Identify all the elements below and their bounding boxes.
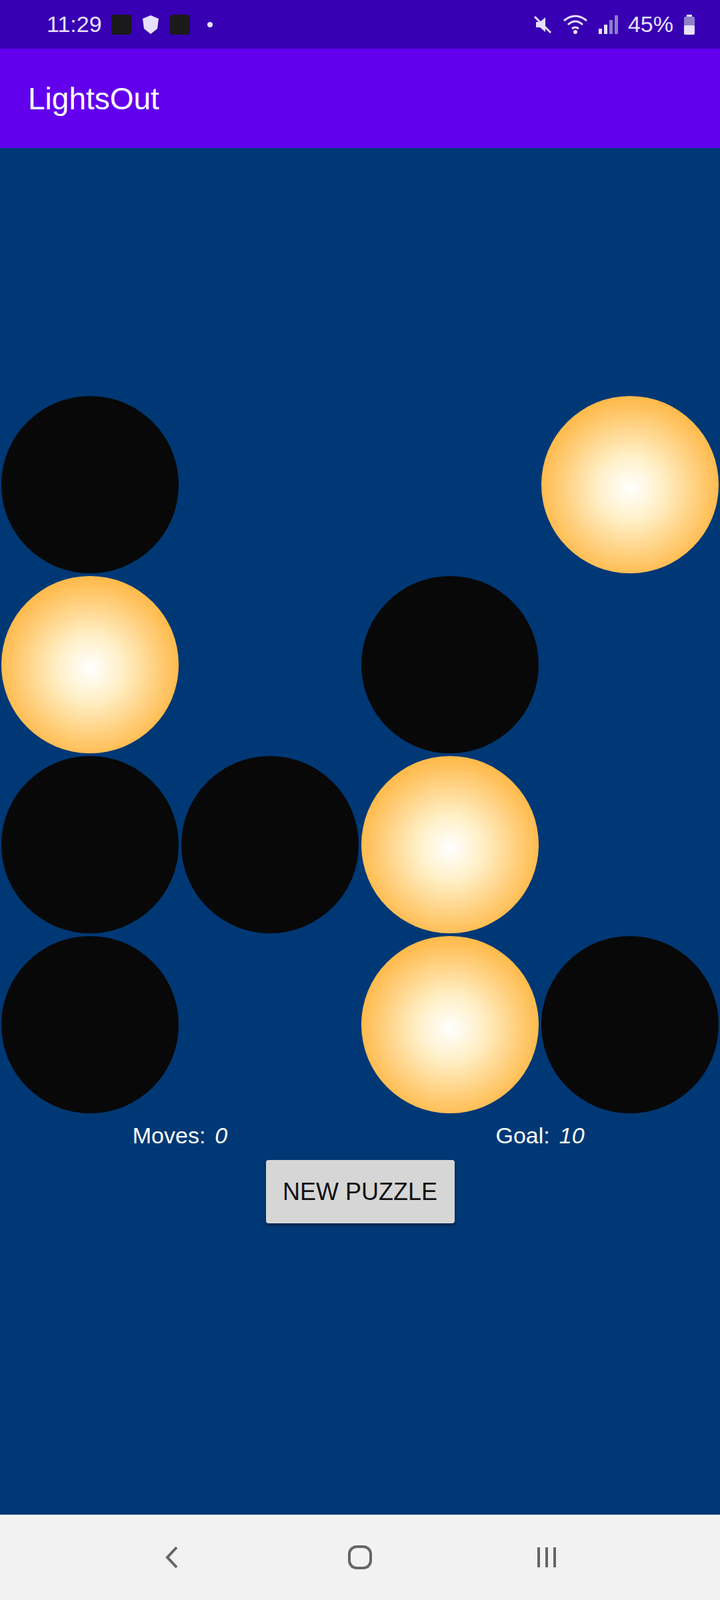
board-cell: [180, 574, 360, 755]
mute-icon: [532, 14, 554, 36]
board: [0, 394, 720, 1115]
goal-counter: Goal:10: [360, 1120, 720, 1151]
notification-icon: [111, 14, 132, 35]
moves-counter: Moves:0: [0, 1120, 360, 1151]
light[interactable]: [1, 576, 179, 754]
screen: 11:29 45% LightsOut Moves:0Goal:10 NEW PUZZL…: [0, 0, 720, 1600]
board-cell: [540, 754, 720, 935]
more-dot-icon: [207, 22, 213, 28]
notification-icon: [170, 14, 190, 35]
light[interactable]: [361, 936, 539, 1114]
light[interactable]: [1, 396, 179, 574]
board-cell: [360, 934, 540, 1115]
empty-spot: [181, 576, 359, 754]
app-title: LightsOut: [28, 80, 160, 117]
board-cell: [540, 934, 720, 1115]
board-cell: [180, 754, 360, 935]
battery-level: 45%: [628, 11, 674, 38]
board-cell: [0, 934, 180, 1115]
board-cell: [180, 394, 360, 575]
board-cell: [360, 394, 540, 575]
home-icon[interactable]: [343, 1540, 377, 1574]
board-cell: [360, 574, 540, 755]
board-cell: [0, 394, 180, 575]
light[interactable]: [361, 756, 539, 934]
shield-icon: [140, 14, 161, 36]
board-cell: [0, 574, 180, 755]
empty-spot: [181, 936, 359, 1114]
light[interactable]: [541, 936, 719, 1114]
signal-icon: [597, 14, 619, 36]
light[interactable]: [1, 756, 179, 934]
status-bar: 11:29 45%: [0, 0, 720, 49]
light[interactable]: [361, 576, 539, 754]
navigation-bar: [0, 1514, 720, 1600]
score-row: Moves:0Goal:10: [0, 1114, 720, 1151]
empty-spot: [541, 756, 719, 934]
game-area: Moves:0Goal:10 NEW PUZZLE: [0, 148, 720, 1515]
light[interactable]: [541, 396, 719, 574]
board-cell: [540, 394, 720, 575]
back-icon[interactable]: [156, 1540, 190, 1574]
recents-icon[interactable]: [530, 1540, 564, 1574]
wifi-icon: [562, 14, 588, 36]
app-bar: LightsOut: [0, 48, 720, 148]
light[interactable]: [181, 756, 359, 934]
battery-icon: [682, 14, 696, 36]
board-cell: [0, 754, 180, 935]
new-puzzle-button[interactable]: NEW PUZZLE: [266, 1160, 455, 1224]
board-cell: [540, 574, 720, 755]
empty-spot: [361, 396, 539, 574]
status-time: 11:29: [46, 11, 102, 38]
board-cell: [360, 754, 540, 935]
board-cell: [180, 934, 360, 1115]
light[interactable]: [1, 936, 179, 1114]
